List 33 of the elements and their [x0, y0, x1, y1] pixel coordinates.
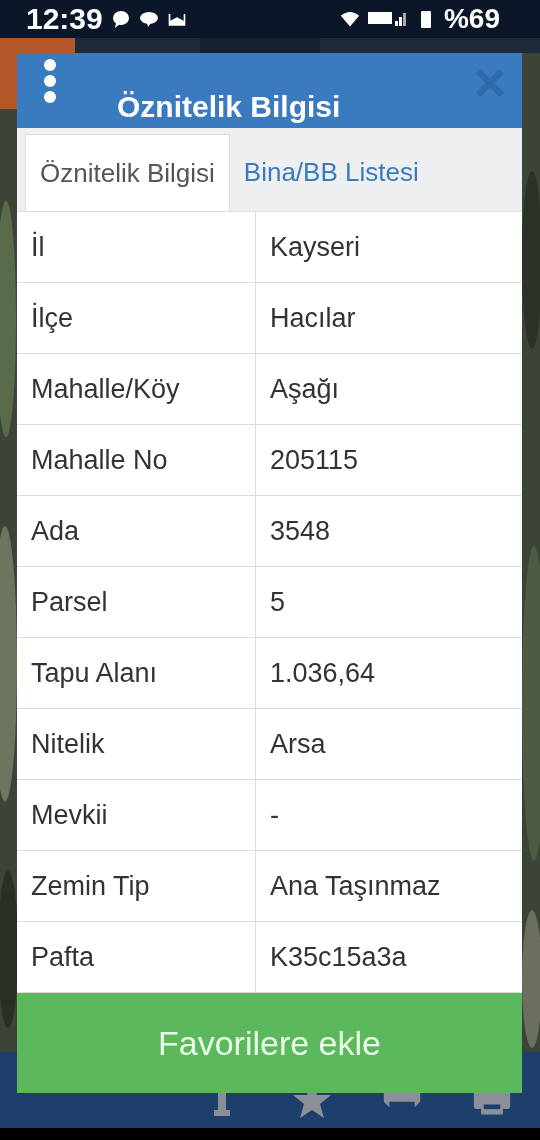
table-cell-text: Ana Taşınmaz [269, 869, 442, 903]
tab[interactable]: Öznitelik Bilgisi [25, 134, 230, 211]
table-cell: Zemin Tip [17, 851, 256, 921]
table-cell: Parsel [17, 567, 256, 637]
table-cell: İlçe [17, 283, 256, 353]
table-cell-text: 3548 [269, 514, 332, 548]
table-cell-text: Aşağı [269, 372, 341, 406]
table-cell-text: 205115 [269, 443, 360, 477]
table-cell: İl [17, 212, 256, 282]
chat-icon [110, 9, 131, 29]
table-cell: Mahalle/Köy [17, 354, 256, 424]
add-favorites-button[interactable]: Favorilere ekle [17, 993, 522, 1093]
signal-icon [367, 9, 408, 29]
table-cell: Pafta [17, 922, 256, 992]
table-cell-text: Arsa [269, 727, 327, 761]
table-cell-text: - [269, 798, 280, 832]
table-cell-text: Kayseri [269, 230, 362, 264]
table-cell-text: Hacılar [269, 301, 357, 335]
table-cell-text: 5 [269, 585, 287, 619]
battery-text: %69 [443, 3, 500, 35]
menu-icon[interactable] [43, 58, 57, 103]
table-cell: Ada [17, 496, 256, 566]
table-cell: Mahalle No [17, 425, 256, 495]
message-icon [138, 9, 159, 29]
table-cell-text: 1.036,64 [269, 656, 377, 690]
tab[interactable]: Bina/BB Listesi [229, 134, 433, 211]
table-cell: Tapu Alanı [17, 638, 256, 708]
dialog-title: Öznitelik Bilgisi [117, 90, 342, 125]
table-cell: Mevkii [17, 780, 256, 850]
wifi-icon [339, 9, 360, 29]
table-cell: Nitelik [17, 709, 256, 779]
clock-text: 12:39 [26, 2, 103, 36]
table-cell-text: K35c15a3a [269, 940, 408, 974]
